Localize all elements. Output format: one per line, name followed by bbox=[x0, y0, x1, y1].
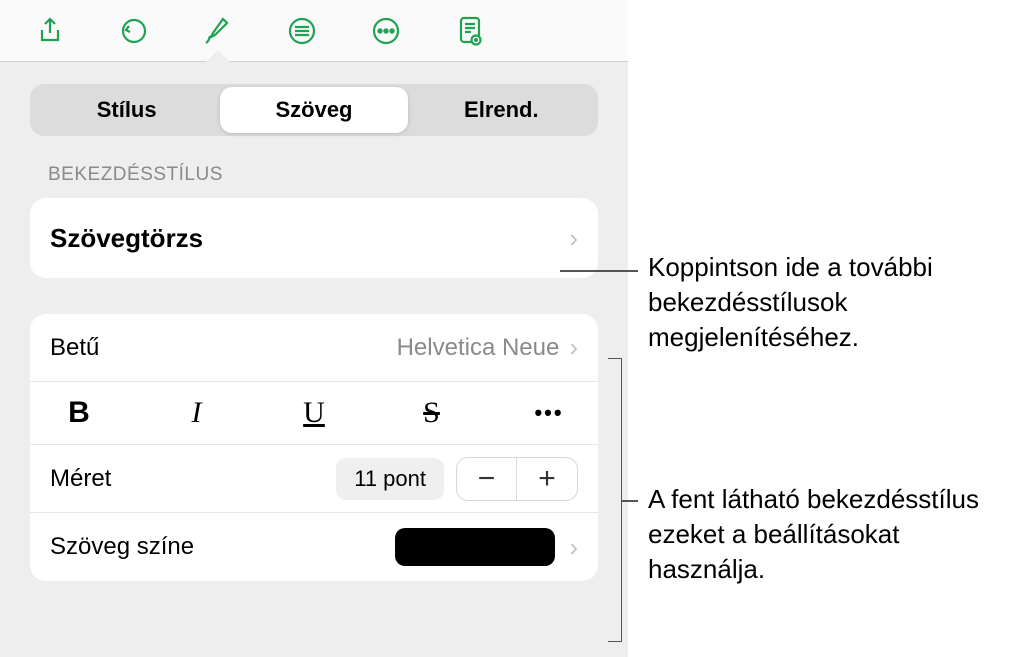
more-text-styles-button[interactable]: ••• bbox=[530, 400, 568, 426]
size-decrease-button[interactable]: − bbox=[457, 458, 517, 500]
underline-button[interactable]: U bbox=[295, 396, 333, 430]
size-value: 11 pont bbox=[336, 458, 444, 500]
share-icon[interactable] bbox=[32, 13, 68, 49]
bold-button[interactable]: B bbox=[60, 396, 98, 430]
size-row: Méret 11 pont − + bbox=[30, 445, 598, 513]
callout-bracket bbox=[608, 358, 622, 642]
paragraph-style-row[interactable]: Szövegtörzs › bbox=[30, 198, 598, 278]
format-panel: Stílus Szöveg Elrend. BEKEZDÉSSTÍLUS Szö… bbox=[0, 62, 628, 657]
chevron-right-icon: › bbox=[569, 223, 578, 254]
text-color-row[interactable]: Szöveg színe › bbox=[30, 513, 598, 581]
font-value: Helvetica Neue bbox=[397, 334, 560, 362]
italic-button[interactable]: I bbox=[178, 396, 216, 430]
undo-icon[interactable] bbox=[116, 13, 152, 49]
text-color-label: Szöveg színe bbox=[50, 533, 395, 561]
strikethrough-button[interactable]: S bbox=[413, 396, 451, 430]
format-brush-icon[interactable] bbox=[200, 13, 236, 49]
document-view-icon[interactable] bbox=[452, 13, 488, 49]
chevron-right-icon: › bbox=[569, 332, 578, 363]
size-increase-button[interactable]: + bbox=[517, 458, 577, 500]
callout-line bbox=[560, 270, 638, 272]
text-color-swatch[interactable] bbox=[395, 528, 555, 566]
format-tabs: Stílus Szöveg Elrend. bbox=[30, 84, 598, 136]
align-icon[interactable] bbox=[284, 13, 320, 49]
size-label: Méret bbox=[50, 465, 336, 493]
paragraph-style-card: Szövegtörzs › bbox=[30, 198, 598, 278]
tab-text[interactable]: Szöveg bbox=[220, 87, 407, 133]
size-stepper: − + bbox=[456, 457, 578, 501]
more-icon[interactable] bbox=[368, 13, 404, 49]
font-label: Betű bbox=[50, 334, 397, 362]
callout-paragraph-styles: Koppintson ide a további bekezdésstíluso… bbox=[648, 250, 1008, 355]
section-label-paragraph-style: BEKEZDÉSSTÍLUS bbox=[48, 164, 598, 186]
tab-layout[interactable]: Elrend. bbox=[408, 87, 595, 133]
text-settings-card: Betű Helvetica Neue › B I U S ••• Méret … bbox=[30, 314, 598, 581]
toolbar bbox=[0, 0, 628, 62]
callout-line bbox=[622, 500, 638, 502]
chevron-right-icon: › bbox=[569, 532, 578, 563]
callout-settings-used: A fent látható bekezdésstílus ezeket a b… bbox=[648, 482, 1008, 587]
font-row[interactable]: Betű Helvetica Neue › bbox=[30, 314, 598, 382]
paragraph-style-name: Szövegtörzs bbox=[50, 223, 569, 254]
tab-style[interactable]: Stílus bbox=[33, 87, 220, 133]
text-style-buttons-row: B I U S ••• bbox=[30, 382, 598, 445]
